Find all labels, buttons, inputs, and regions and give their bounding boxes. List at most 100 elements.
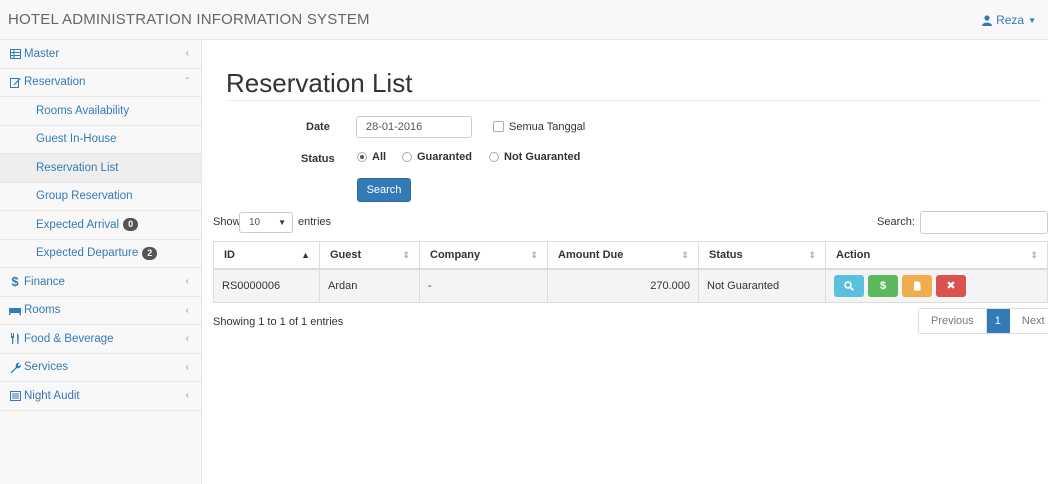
payment-button[interactable]: $ — [868, 274, 898, 297]
view-button[interactable] — [834, 274, 864, 297]
search-button[interactable]: Search — [357, 178, 411, 202]
sidebar-item-label: Expected Departure — [36, 247, 139, 260]
count-badge: 2 — [142, 246, 158, 260]
cutlery-icon — [9, 333, 21, 345]
status-all-radio[interactable] — [357, 152, 367, 162]
chevron-left-icon: ‹ — [185, 390, 189, 401]
cell-action: $ ✖ — [825, 268, 1048, 303]
sidebar-item-expected-departure[interactable]: Expected Departure 2 — [0, 240, 201, 268]
sidebar-item-expected-arrival[interactable]: Expected Arrival 0 — [0, 211, 201, 240]
delete-button[interactable]: ✖ — [936, 274, 966, 297]
sidebar-item-rooms-availability[interactable]: Rooms Availability — [0, 97, 201, 126]
chevron-left-icon: ‹ — [185, 48, 189, 59]
sidebar-item-label: Expected Arrival — [36, 218, 120, 231]
user-name: Reza — [996, 13, 1025, 27]
status-all-label: All — [372, 151, 387, 163]
show-label: Show — [213, 216, 241, 228]
sidebar-item-night-audit[interactable]: Night Audit ‹ — [0, 382, 201, 411]
pagination: Previous 1 Next — [918, 308, 1048, 334]
sidebar-item-reservation[interactable]: Reservation ˇ — [0, 69, 201, 97]
page-length-value: 10 — [249, 217, 261, 228]
user-icon — [982, 14, 993, 26]
table-search-input[interactable] — [920, 211, 1048, 234]
sidebar: Master ‹ Reservation ˇ Rooms Availabilit… — [0, 40, 202, 484]
chevron-left-icon: ‹ — [185, 304, 189, 316]
sidebar-item-label: Reservation — [24, 76, 86, 89]
page-title: Reservation List — [226, 68, 413, 98]
sidebar-item-master[interactable]: Master ‹ — [0, 40, 201, 69]
list-icon — [9, 390, 21, 402]
caret-down-icon: ▼ — [1028, 15, 1036, 25]
sidebar-item-label: Services — [24, 361, 69, 374]
column-header-amount-due[interactable]: Amount Due ⇕ — [547, 241, 699, 270]
sidebar-item-label: Food & Beverage — [24, 332, 114, 345]
next-page-button[interactable]: Next — [1009, 309, 1048, 333]
column-header-guest[interactable]: Guest ⇕ — [319, 241, 420, 270]
sort-icon: ⇕ — [530, 250, 538, 260]
reservation-table: ID ▲ Guest ⇕ Company ⇕ Amount Due ⇕ Status ⇕ … — [213, 241, 1048, 303]
status-label: Status — [301, 153, 335, 165]
column-header-status[interactable]: Status ⇕ — [698, 241, 826, 270]
sidebar-item-reservation-list[interactable]: Reservation List — [0, 154, 201, 183]
count-badge: 0 — [123, 218, 139, 232]
dropdown-arrow-icon: ▼ — [278, 218, 286, 227]
page-length-select[interactable]: 10 ▼ — [239, 212, 293, 233]
column-header-company[interactable]: Company ⇕ — [419, 241, 548, 270]
status-guaranted-label: Guaranted — [417, 151, 473, 163]
dollar-icon: $ — [11, 274, 19, 290]
sidebar-item-label: Reservation List — [36, 161, 119, 174]
file-icon — [914, 281, 921, 291]
status-not-guaranted-radio[interactable] — [489, 152, 499, 162]
app-title[interactable]: HOTEL ADMINISTRATION INFORMATION SYSTEM — [8, 11, 370, 28]
entries-label: entries — [298, 216, 332, 228]
cell-guest: Ardan — [319, 268, 420, 303]
cell-id: RS0000006 — [213, 268, 320, 303]
wrench-icon — [9, 361, 21, 373]
cell-status: Not Guaranted — [698, 268, 826, 303]
sidebar-item-rooms[interactable]: Rooms ‹ — [0, 297, 201, 325]
cell-amount-due: 270.000 — [547, 268, 699, 303]
previous-page-button[interactable]: Previous — [919, 309, 987, 333]
sort-icon: ⇕ — [808, 250, 816, 260]
sidebar-item-label: Rooms — [24, 304, 61, 317]
sidebar-item-label: Master — [24, 47, 60, 60]
bed-icon — [9, 304, 21, 316]
table-info: Showing 1 to 1 of 1 entries — [213, 316, 344, 328]
column-header-id[interactable]: ID ▲ — [213, 241, 320, 270]
sidebar-item-label: Finance — [24, 275, 65, 288]
user-menu[interactable]: Reza ▼ — [982, 13, 1036, 27]
main-content: Reservation List Date Semua Tanggal Stat… — [203, 40, 1048, 484]
document-button[interactable] — [902, 274, 932, 297]
sort-icon: ⇕ — [1030, 250, 1038, 260]
sidebar-item-label: Night Audit — [24, 389, 80, 402]
sort-asc-icon: ▲ — [301, 250, 310, 260]
all-dates-checkbox[interactable] — [493, 121, 504, 132]
search-icon — [844, 280, 854, 291]
sidebar-item-group-reservation[interactable]: Group Reservation — [0, 183, 201, 211]
chevron-left-icon: ‹ — [185, 276, 189, 287]
chevron-left-icon: ‹ — [185, 361, 189, 373]
sidebar-item-label: Guest In-House — [36, 133, 117, 146]
close-icon: ✖ — [946, 280, 956, 293]
cell-company: - — [419, 268, 548, 303]
table-search-label: Search: — [877, 216, 915, 228]
page-1-button[interactable]: 1 — [986, 309, 1010, 333]
sort-icon: ⇕ — [681, 250, 689, 260]
column-header-action[interactable]: Action ⇕ — [825, 241, 1048, 270]
sidebar-item-finance[interactable]: $ Finance ‹ — [0, 268, 201, 297]
date-input[interactable] — [356, 116, 472, 138]
sidebar-item-label: Rooms Availability — [36, 104, 130, 117]
date-label: Date — [306, 121, 330, 133]
status-guaranted-radio[interactable] — [402, 152, 412, 162]
sidebar-item-guest-in-house[interactable]: Guest In-House — [0, 126, 201, 154]
status-not-guaranted-label: Not Guaranted — [504, 151, 581, 163]
top-navbar: HOTEL ADMINISTRATION INFORMATION SYSTEM … — [0, 0, 1048, 40]
all-dates-label: Semua Tanggal — [509, 121, 586, 133]
edit-icon — [9, 76, 21, 88]
chevron-left-icon: ‹ — [185, 333, 189, 344]
table-header-row: ID ▲ Guest ⇕ Company ⇕ Amount Due ⇕ Status ⇕ … — [213, 241, 1048, 270]
sidebar-item-food-beverage[interactable]: Food & Beverage ‹ — [0, 325, 201, 354]
table-row: RS0000006 Ardan - 270.000 Not Guaranted … — [213, 268, 1048, 303]
sidebar-item-services[interactable]: Services ‹ — [0, 354, 201, 382]
sort-icon: ⇕ — [402, 250, 410, 260]
